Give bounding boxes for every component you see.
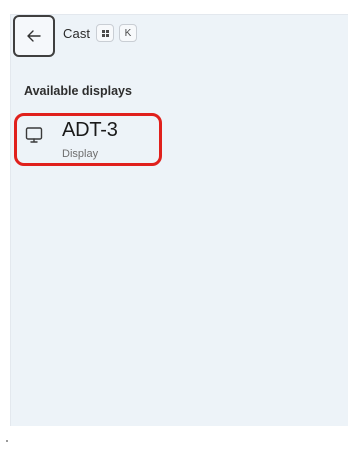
cast-panel bbox=[10, 14, 348, 426]
back-button[interactable] bbox=[13, 15, 55, 57]
windows-key-badge bbox=[96, 24, 114, 42]
page-title: Cast bbox=[63, 26, 91, 41]
display-name: ADT-3 bbox=[62, 119, 118, 141]
display-item-adt-3[interactable]: ADT-3 Display bbox=[14, 113, 162, 166]
section-title: Available displays bbox=[24, 84, 132, 98]
arrow-left-icon bbox=[27, 30, 41, 42]
shortcut-key-badge: K bbox=[119, 24, 137, 42]
display-subtitle: Display bbox=[62, 148, 99, 160]
windows-key-icon bbox=[101, 29, 109, 37]
monitor-icon bbox=[25, 127, 43, 143]
corner-mark bbox=[6, 440, 8, 442]
